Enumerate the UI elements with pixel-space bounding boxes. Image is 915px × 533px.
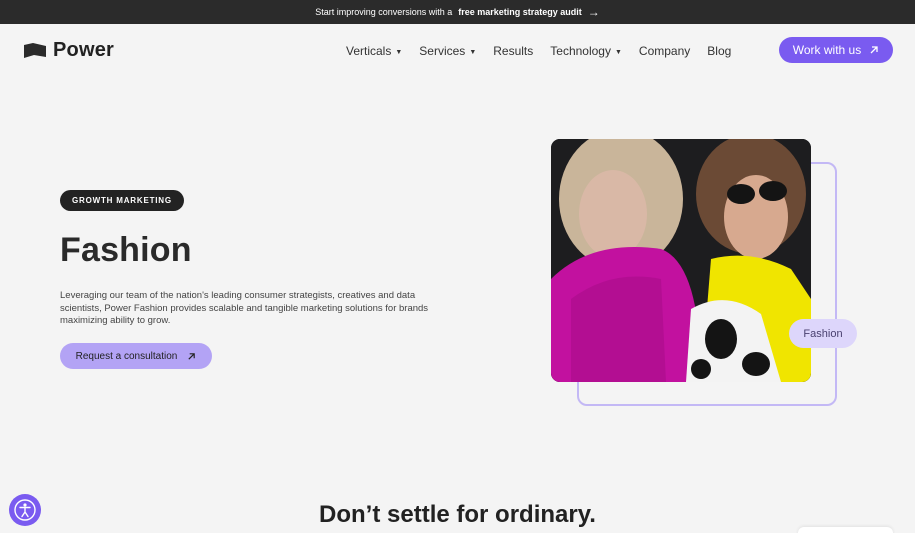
nav-menu: Verticals ▼ Services ▼ Results Technolog… [346,44,731,58]
chevron-down-icon: ▼ [395,48,403,56]
cta-label: Work with us [792,43,862,57]
image-category-tag: Fashion [789,319,857,348]
nav-item-services[interactable]: Services ▼ [419,44,476,58]
nav-item-results[interactable]: Results [493,44,533,58]
nav-item-technology[interactable]: Technology ▼ [550,44,622,58]
consultation-label: Request a consultation [75,350,178,362]
chat-widget-edge[interactable] [798,527,893,533]
hero-description: Leveraging our team of the nation's lead… [60,290,429,326]
request-consultation-button[interactable]: Request a consultation [60,343,212,369]
flag-logo-icon [24,42,46,58]
accessibility-icon [14,499,36,521]
arrow-up-right-icon [870,46,878,54]
main-nav: Power Verticals ▼ Services ▼ Results Tec… [0,24,915,76]
announcement-text: Start improving conversions with a [315,7,453,17]
nav-item-company[interactable]: Company [639,44,690,58]
brand-logo[interactable]: Power [23,39,114,62]
chevron-down-icon: ▼ [469,48,477,56]
nav-item-label: Results [493,44,534,58]
brand-name: Power [53,39,115,61]
section-title: Don’t settle for ordinary. [319,501,596,528]
arrow-right-icon: → [587,5,600,19]
nav-item-blog[interactable]: Blog [707,44,731,58]
nav-item-label: Verticals [346,44,392,58]
hero-content: GROWTH MARKETING Fashion Leveraging our … [60,190,450,369]
arrow-up-right-icon [188,352,196,360]
announcement-bar[interactable]: Start improving conversions with a free … [0,0,915,24]
category-badge: GROWTH MARKETING [60,190,184,211]
hero-image [551,139,811,382]
accessibility-button[interactable] [9,494,41,526]
page-title: Fashion [60,231,192,269]
announcement-link[interactable]: free marketing strategy audit [458,7,582,17]
chevron-down-icon: ▼ [614,48,622,56]
nav-item-label: Blog [707,44,732,58]
nav-item-label: Services [419,44,466,58]
nav-item-label: Technology [550,44,611,58]
work-with-us-button[interactable]: Work with us [779,37,893,63]
nav-item-verticals[interactable]: Verticals ▼ [346,44,402,58]
nav-item-label: Company [638,44,691,58]
